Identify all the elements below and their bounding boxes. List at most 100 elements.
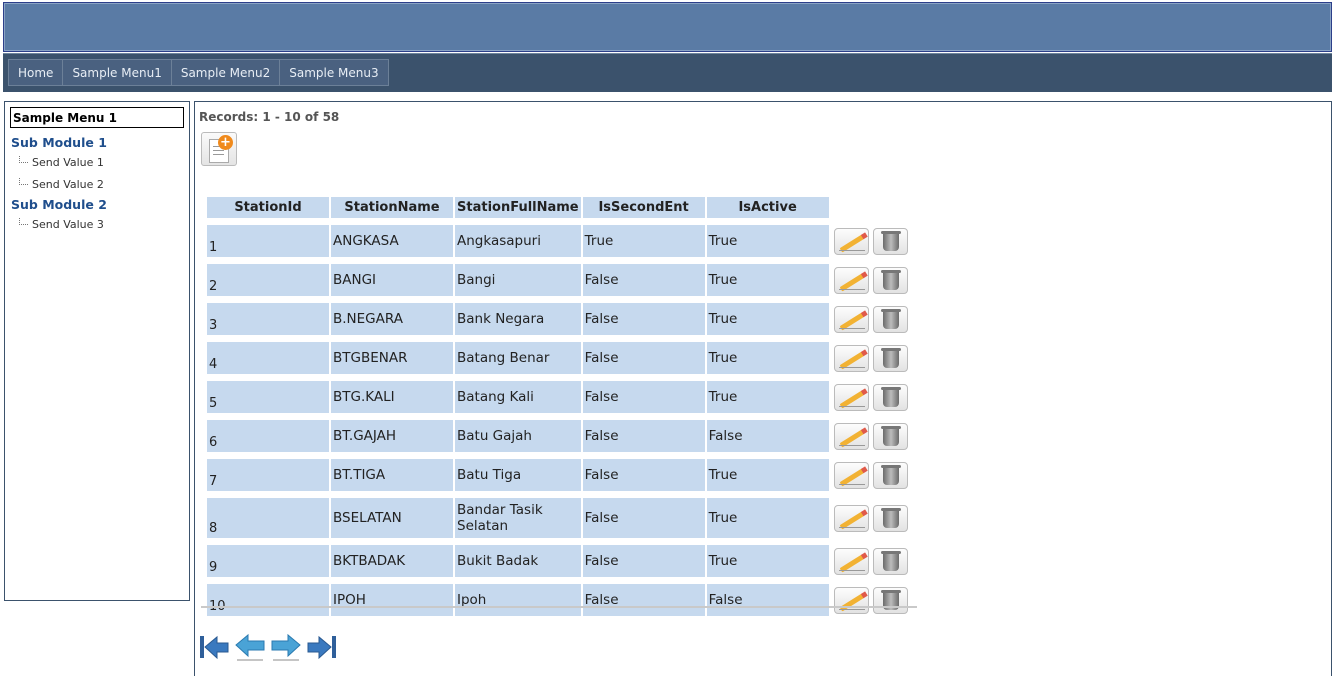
- delete-button[interactable]: [872, 504, 908, 532]
- edit-button[interactable]: [833, 422, 869, 450]
- menu-item-sample-menu2[interactable]: Sample Menu2: [170, 59, 280, 86]
- cell-station-id: 8: [207, 498, 329, 538]
- delete-button[interactable]: [872, 383, 908, 411]
- table-row[interactable]: 8 BSELATAN Bandar Tasik Selatan False True: [207, 498, 912, 538]
- edit-button[interactable]: [833, 504, 869, 532]
- column-header-station-id[interactable]: StationId: [207, 197, 329, 218]
- menu-item-home[interactable]: Home: [8, 59, 63, 86]
- delete-button[interactable]: [872, 305, 908, 333]
- column-header-station-full-name[interactable]: StationFullName: [455, 197, 581, 218]
- cell-station-id: 10: [207, 584, 329, 616]
- cell-station-full-name: Ipoh: [455, 584, 581, 616]
- delete-button[interactable]: [872, 547, 908, 575]
- edit-button[interactable]: [833, 547, 869, 575]
- cell-station-id: 4: [207, 342, 329, 374]
- next-page-button[interactable]: [271, 630, 301, 662]
- main-content: Records: 1 - 10 of 58 + StationId Statio…: [194, 101, 1332, 676]
- cell-station-id: 5: [207, 381, 329, 413]
- cell-station-full-name: Bank Negara: [455, 303, 581, 335]
- prev-page-button[interactable]: [235, 630, 265, 662]
- prev-page-icon: [235, 633, 265, 661]
- menu-item-sample-menu3[interactable]: Sample Menu3: [279, 59, 389, 86]
- cell-is-second-ent: False: [582, 381, 705, 413]
- delete-button[interactable]: [872, 422, 908, 450]
- tree-connector-icon: [19, 178, 28, 185]
- column-header-station-name[interactable]: StationName: [331, 197, 453, 218]
- cell-is-active: True: [706, 342, 829, 374]
- cell-is-second-ent: True: [582, 225, 705, 257]
- column-header-is-second-ent[interactable]: IsSecondEnt: [582, 197, 705, 218]
- column-header-actions: [831, 197, 912, 218]
- sidebar-module-2[interactable]: Sub Module 2: [11, 197, 107, 212]
- table-row[interactable]: 9 BKTBADAK Bukit Badak False True: [207, 545, 912, 577]
- row-actions: [831, 545, 912, 577]
- table-row[interactable]: 5 BTG.KALI Batang Kali False True: [207, 381, 912, 413]
- edit-button[interactable]: [833, 461, 869, 489]
- sidebar-item-send-value-1[interactable]: Send Value 1: [19, 156, 104, 169]
- pager: [199, 630, 343, 662]
- cell-is-active: True: [706, 459, 829, 491]
- cell-station-full-name: Batu Gajah: [455, 420, 581, 452]
- table-row[interactable]: 7 BT.TIGA Batu Tiga False True: [207, 459, 912, 491]
- cell-is-active: True: [706, 545, 829, 577]
- sidebar-module-1[interactable]: Sub Module 1: [11, 135, 107, 150]
- menu-item-sample-menu1[interactable]: Sample Menu1: [62, 59, 171, 86]
- cell-is-active: True: [706, 381, 829, 413]
- delete-button[interactable]: [872, 344, 908, 372]
- cell-station-id: 1: [207, 225, 329, 257]
- first-page-button[interactable]: [199, 630, 229, 662]
- row-actions: [831, 225, 912, 257]
- delete-button[interactable]: [872, 266, 908, 294]
- cell-station-id: 9: [207, 545, 329, 577]
- trash-icon: [880, 550, 901, 571]
- table-row[interactable]: 6 BT.GAJAH Batu Gajah False False: [207, 420, 912, 452]
- cell-station-name: B.NEGARA: [331, 303, 453, 335]
- edit-button[interactable]: [833, 227, 869, 255]
- cell-station-name: BT.GAJAH: [331, 420, 453, 452]
- table-row[interactable]: 10 IPOH Ipoh False False: [207, 584, 912, 616]
- cell-station-id: 2: [207, 264, 329, 296]
- plus-icon: +: [218, 135, 233, 150]
- table-row[interactable]: 3 B.NEGARA Bank Negara False True: [207, 303, 912, 335]
- sidebar-item-send-value-2[interactable]: Send Value 2: [19, 178, 104, 191]
- cell-is-second-ent: False: [582, 584, 705, 616]
- header-banner: [3, 2, 1332, 52]
- cell-station-name: BSELATAN: [331, 498, 453, 538]
- delete-button[interactable]: [872, 227, 908, 255]
- edit-button[interactable]: [833, 586, 869, 614]
- delete-button[interactable]: [872, 461, 908, 489]
- cell-is-active: True: [706, 498, 829, 538]
- edit-button[interactable]: [833, 266, 869, 294]
- row-actions: [831, 420, 912, 452]
- sidebar-item-label: Send Value 2: [32, 178, 104, 191]
- trash-icon: [880, 425, 901, 446]
- table-row[interactable]: 2 BANGI Bangi False True: [207, 264, 912, 296]
- edit-button[interactable]: [833, 344, 869, 372]
- last-page-button[interactable]: [307, 630, 337, 662]
- cell-station-name: IPOH: [331, 584, 453, 616]
- main-menu: Home Sample Menu1 Sample Menu2 Sample Me…: [8, 59, 389, 86]
- edit-button[interactable]: [833, 383, 869, 411]
- sidebar-item-label: Send Value 1: [32, 156, 104, 169]
- table-row[interactable]: 1 ANGKASA Angkasapuri True True: [207, 225, 912, 257]
- sidebar-item-send-value-3[interactable]: Send Value 3: [19, 218, 104, 231]
- cell-station-id: 6: [207, 420, 329, 452]
- cell-station-full-name: Bukit Badak: [455, 545, 581, 577]
- edit-button[interactable]: [833, 305, 869, 333]
- menu-bar: Home Sample Menu1 Sample Menu2 Sample Me…: [3, 53, 1332, 92]
- row-actions: [831, 264, 912, 296]
- cell-station-full-name: Batu Tiga: [455, 459, 581, 491]
- cell-station-full-name: Bandar Tasik Selatan: [455, 498, 581, 538]
- cell-station-name: BTG.KALI: [331, 381, 453, 413]
- row-actions: [831, 584, 912, 616]
- sidebar-title: Sample Menu 1: [10, 107, 184, 128]
- column-header-is-active[interactable]: IsActive: [706, 197, 829, 218]
- cell-station-name: ANGKASA: [331, 225, 453, 257]
- sidebar: Sample Menu 1 Sub Module 1 Send Value 1 …: [4, 101, 190, 601]
- cell-is-second-ent: False: [582, 459, 705, 491]
- delete-button[interactable]: [872, 586, 908, 614]
- add-record-button[interactable]: +: [201, 132, 237, 166]
- table-row[interactable]: 4 BTGBENAR Batang Benar False True: [207, 342, 912, 374]
- trash-icon: [880, 308, 901, 329]
- row-actions: [831, 303, 912, 335]
